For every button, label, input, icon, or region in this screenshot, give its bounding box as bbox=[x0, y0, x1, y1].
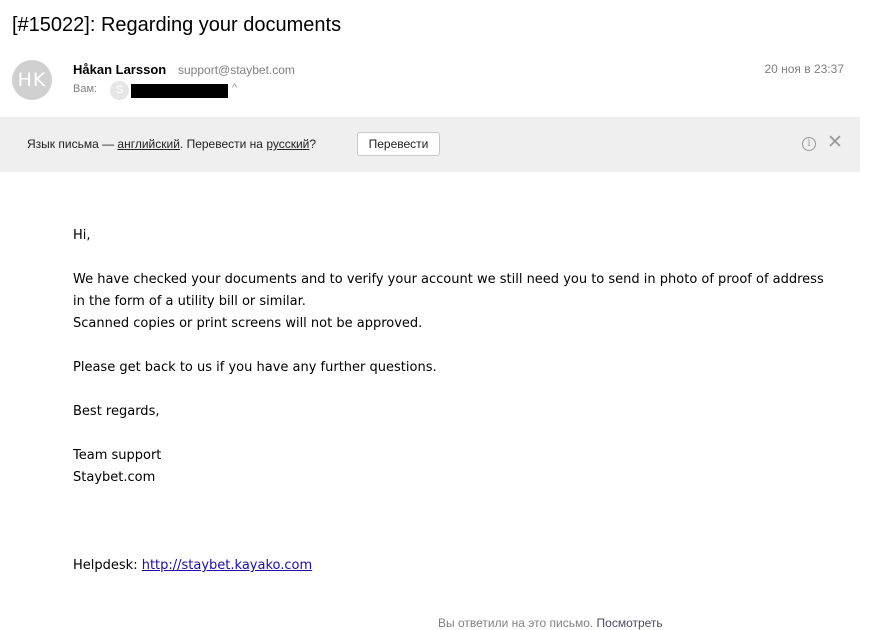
view-reply-link[interactable]: Посмотреть bbox=[597, 616, 663, 630]
target-language-link[interactable]: русский bbox=[266, 137, 309, 151]
body-line: We have checked your documents and to ve… bbox=[73, 272, 824, 287]
recipient-label: Вам: bbox=[73, 83, 98, 95]
info-icon[interactable]: i bbox=[802, 137, 816, 151]
recipient-redacted bbox=[131, 84, 228, 98]
sender-name[interactable]: Håkan Larsson bbox=[73, 62, 166, 77]
body-line: in the form of a utility bill or similar… bbox=[73, 294, 306, 309]
sender-avatar[interactable]: HK bbox=[12, 60, 52, 100]
chevron-up-icon[interactable]: ^ bbox=[232, 82, 237, 94]
body-line: Please get back to us if you have any fu… bbox=[73, 360, 437, 375]
email-subject: [#15022]: Regarding your documents bbox=[12, 14, 342, 36]
email-date: 20 ноя в 23:37 bbox=[764, 62, 844, 76]
recipient-avatar: S bbox=[110, 81, 129, 100]
translate-middle: . Перевести на bbox=[179, 137, 267, 151]
closing: Best regards, bbox=[73, 404, 160, 419]
translate-bar: Язык письма — английский. Перевести на р… bbox=[0, 117, 860, 172]
helpdesk-label: Helpdesk: bbox=[73, 558, 142, 573]
helpdesk-link[interactable]: http://staybet.kayako.com bbox=[142, 558, 312, 573]
translate-prefix: Язык письма — bbox=[27, 137, 118, 151]
close-icon[interactable]: ✕ bbox=[827, 133, 843, 153]
source-language-link[interactable]: английский bbox=[117, 137, 179, 151]
translate-suffix: ? bbox=[309, 137, 317, 151]
replied-notice: Вы ответили на это письмо. Посмотреть bbox=[438, 616, 663, 630]
signature-line: Team support bbox=[73, 448, 162, 463]
email-body: Hi, We have checked your documents and t… bbox=[73, 225, 843, 577]
replied-text: Вы ответили на это письмо. bbox=[438, 616, 597, 630]
signature-line: Staybet.com bbox=[73, 470, 156, 485]
body-line: Scanned copies or print screens will not… bbox=[73, 316, 423, 331]
greeting: Hi, bbox=[73, 228, 91, 243]
translate-button[interactable]: Перевести bbox=[357, 132, 440, 156]
sender-email[interactable]: support@staybet.com bbox=[178, 63, 295, 77]
translate-message: Язык письма — английский. Перевести на р… bbox=[27, 137, 316, 151]
helpdesk-line: Helpdesk: http://staybet.kayako.com bbox=[73, 555, 843, 577]
